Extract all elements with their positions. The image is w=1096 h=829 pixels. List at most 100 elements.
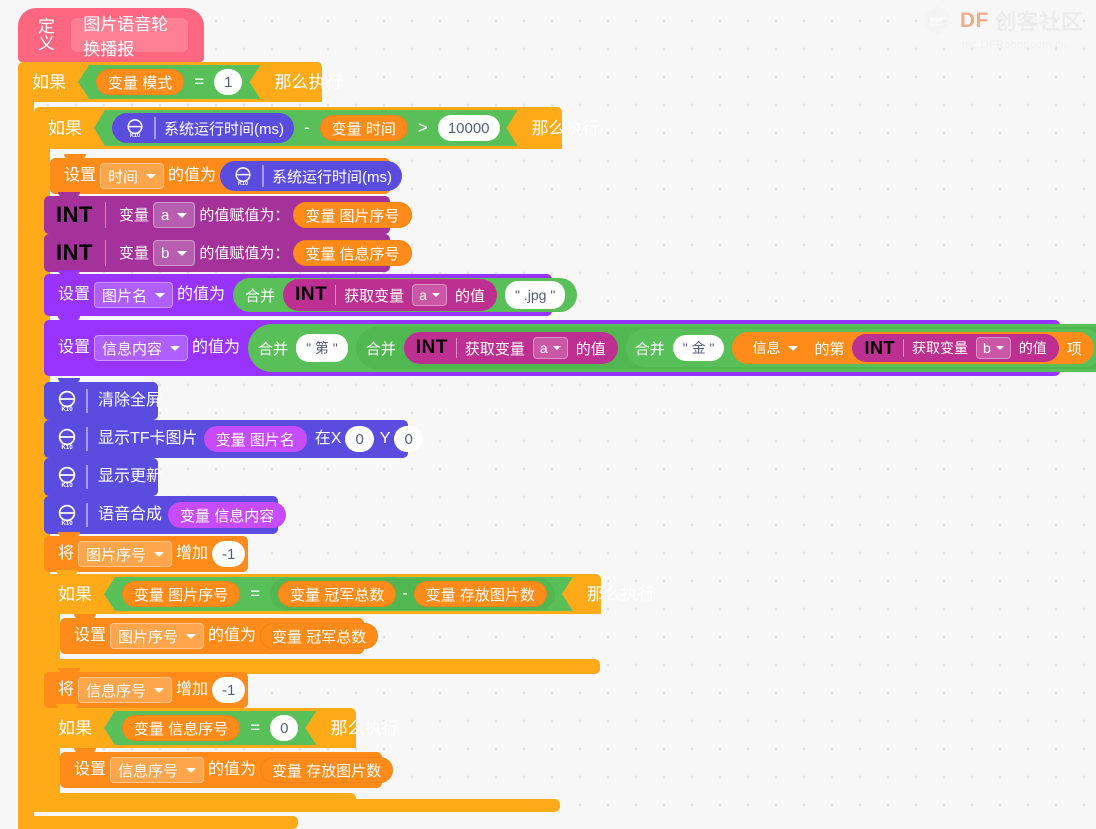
condition-left-variable[interactable]: 变量 信息序号 [122, 715, 240, 741]
if-message-index-condition[interactable]: 变量 信息序号 = 0 [104, 711, 316, 745]
int-get-variable-a[interactable]: INT 获取变量 a 的值 [403, 332, 618, 364]
set-image-index-value[interactable]: 变量 冠军总数 [260, 623, 379, 649]
y-value[interactable]: 0 [394, 426, 423, 452]
var-label: 变量 [118, 244, 149, 262]
if-timer-condition[interactable]: K10 系统运行时间(ms) - 变量 时间 > 10000 [94, 110, 518, 146]
chevron-down-icon [995, 346, 1004, 350]
int-get-variable-a[interactable]: INT 获取变量 a 的值 [283, 279, 497, 311]
change-message-index-block[interactable]: 将 信息序号 增加 -1 [44, 668, 248, 708]
image-index-field-dropdown[interactable]: 图片序号 [78, 541, 173, 567]
join-block-middle[interactable]: 合并 INT 获取变量 a 的值 合并 " 金 " 信息 的第 INT 获取变量… [355, 327, 1096, 369]
set-image-index-block[interactable]: 设置 图片序号 的值为 变量 冠军总数 [60, 614, 379, 654]
set-time-block[interactable]: 设置 时间 的值为 K10 系统运行时间(ms) [50, 154, 403, 194]
join1-label: 合并 [258, 340, 289, 358]
join-block[interactable]: 合并 INT 获取变量 a 的值 " .jpg " [233, 278, 578, 312]
image-index-field-dropdown[interactable]: 图片序号 [110, 623, 205, 649]
clear-screen-block[interactable]: K10 清除全屏 [44, 378, 162, 420]
join-block-inner[interactable]: 合并 " 金 " 信息 的第 INT 获取变量 b 的值 项 [625, 329, 1096, 367]
x-value[interactable]: 0 [345, 426, 374, 452]
int-assign-b-block[interactable]: INT 变量 b 的值赋值为： 变量 信息序号 [44, 230, 412, 272]
divider [104, 240, 106, 266]
svg-text:K10: K10 [61, 444, 73, 451]
timer-variable[interactable]: 变量 时间 [320, 115, 408, 141]
set-imagename-block[interactable]: 设置 图片名 的值为 合并 INT 获取变量 a 的值 " .jpg " [44, 270, 578, 316]
int-b-dropdown[interactable]: b [975, 337, 1011, 359]
notch-top [58, 416, 80, 421]
int-a-field-dropdown[interactable]: a [152, 202, 196, 228]
int-assign-a-block[interactable]: INT 变量 a 的值赋值为： 变量 图片序号 [44, 192, 412, 234]
get-var-label: 获取变量 [344, 287, 405, 305]
change-amount[interactable]: -1 [212, 541, 246, 567]
subtract-right-variable[interactable]: 变量 存放图片数 [414, 581, 547, 607]
blocks-workspace[interactable]: 定义 图片语音轮换播报 如果 变量 模式 = 1 那么执行 如果 K10 系统运… [0, 0, 1096, 829]
if-message-index-header[interactable]: 如果 变量 信息序号 = 0 那么执行 [44, 704, 398, 748]
list-name-dropdown[interactable]: 信息 [744, 336, 807, 360]
set-label: 设置 [58, 286, 91, 303]
notch-top [56, 570, 78, 575]
define-hat-block[interactable]: 定义 图片语音轮换播报 [18, 8, 204, 62]
show-update-block[interactable]: K10 显示更新 [44, 454, 162, 496]
condition-left-variable[interactable]: 变量 图片序号 [122, 581, 240, 607]
string-literal-di[interactable]: " 第 " [296, 334, 348, 362]
timer-threshold[interactable]: 10000 [438, 115, 500, 141]
message-index-field-dropdown[interactable]: 信息序号 [78, 677, 173, 703]
condition-right-value[interactable]: 0 [270, 715, 298, 741]
change-amount[interactable]: -1 [212, 677, 246, 703]
chevron-down-icon [177, 212, 188, 218]
int-b-field-dropdown[interactable]: b [152, 240, 196, 266]
set-message-block[interactable]: 设置 信息内容 的值为 合并 " 第 " 合并 INT 获取变量 a 的值 合并… [44, 316, 1096, 376]
procedure-name[interactable]: 图片语音轮换播报 [71, 15, 188, 59]
change-image-index-block[interactable]: 将 图片序号 增加 -1 [44, 532, 248, 572]
change-label: 将 [58, 545, 75, 562]
chevron-down-icon [154, 551, 165, 557]
string-literal-jin[interactable]: " 金 " [672, 335, 725, 361]
system-runtime-reporter[interactable]: K10 系统运行时间(ms) [112, 113, 294, 143]
if-image-index-header[interactable]: 如果 变量 图片序号 = 变量 冠军总数 - 变量 存放图片数 那么执行 [44, 570, 655, 614]
tf-image-name-variable[interactable]: 变量 图片名 [203, 426, 307, 452]
notch-top [58, 668, 80, 673]
if-mode-condition[interactable]: 变量 模式 = 1 [78, 65, 260, 99]
var-name: 存放图片数 [306, 762, 382, 780]
list-item-reporter[interactable]: 信息 的第 INT 获取变量 b 的值 项 [732, 332, 1094, 364]
set-time-field-dropdown[interactable]: 时间 [100, 163, 165, 189]
var-name: 图片序号 [168, 586, 229, 604]
int-a-dropdown[interactable]: a [532, 337, 568, 359]
var-prefix: 变量 [215, 431, 246, 449]
set-message-index-value[interactable]: 变量 存放图片数 [260, 757, 394, 783]
int-b-value-variable[interactable]: 变量 信息序号 [293, 240, 412, 266]
var-name: 信息序号 [168, 720, 229, 738]
by-label: 增加 [176, 681, 209, 698]
int-a-value-variable[interactable]: 变量 图片序号 [293, 202, 412, 228]
show-tf-image-block[interactable]: K10 显示TF卡图片 变量 图片名 在X 0 Y 0 [44, 416, 423, 458]
set-message-index-block[interactable]: 设置 信息序号 的值为 变量 存放图片数 [60, 748, 394, 788]
by-label: 增加 [176, 545, 209, 562]
var-prefix: 变量 [425, 586, 456, 604]
subtract-operator-block[interactable]: 变量 冠军总数 - 变量 存放图片数 [270, 578, 555, 610]
speech-content-variable[interactable]: 变量 信息内容 [168, 502, 287, 528]
join-block-outer[interactable]: 合并 " 第 " 合并 INT 获取变量 a 的值 合并 " 金 " 信息 的第… [248, 324, 1096, 372]
if-image-index-condition[interactable]: 变量 图片序号 = 变量 冠军总数 - 变量 存放图片数 [104, 577, 573, 611]
imagename-field-dropdown[interactable]: 图片名 [94, 282, 174, 308]
speech-synthesis-block[interactable]: K10 语音合成 变量 信息内容 [44, 492, 287, 534]
if-message-index-footer [44, 793, 356, 808]
int-get-variable-b[interactable]: INT 获取变量 b 的值 [852, 334, 1059, 362]
int-a-dropdown[interactable]: a [412, 284, 447, 306]
subtract-left-variable[interactable]: 变量 冠军总数 [278, 581, 396, 607]
condition-right-value[interactable]: 1 [214, 69, 242, 95]
jpg-string-literal[interactable]: " .jpg " [505, 281, 566, 309]
var-name: 存放图片数 [459, 586, 535, 604]
k10-board-icon: K10 [54, 426, 80, 452]
if-timer-header[interactable]: 如果 K10 系统运行时间(ms) - 变量 时间 > 10000 那么执行 [34, 107, 600, 149]
message-index-field-dropdown[interactable]: 信息序号 [110, 757, 205, 783]
value-suffix-label: 的值 [1018, 340, 1047, 356]
y-label: Y [379, 430, 391, 447]
message-field-dropdown[interactable]: 信息内容 [94, 335, 189, 361]
join2-label: 合并 [365, 340, 396, 358]
var-label: 变量 [118, 206, 149, 224]
if-mode-header[interactable]: 如果 变量 模式 = 1 那么执行 [18, 62, 342, 102]
value-suffix-label: 的值 [454, 287, 485, 305]
condition-left-variable[interactable]: 变量 模式 [96, 69, 184, 95]
notch-top [64, 154, 86, 159]
system-runtime-reporter[interactable]: K10 系统运行时间(ms) [220, 161, 403, 191]
minus-operator: - [402, 585, 408, 602]
